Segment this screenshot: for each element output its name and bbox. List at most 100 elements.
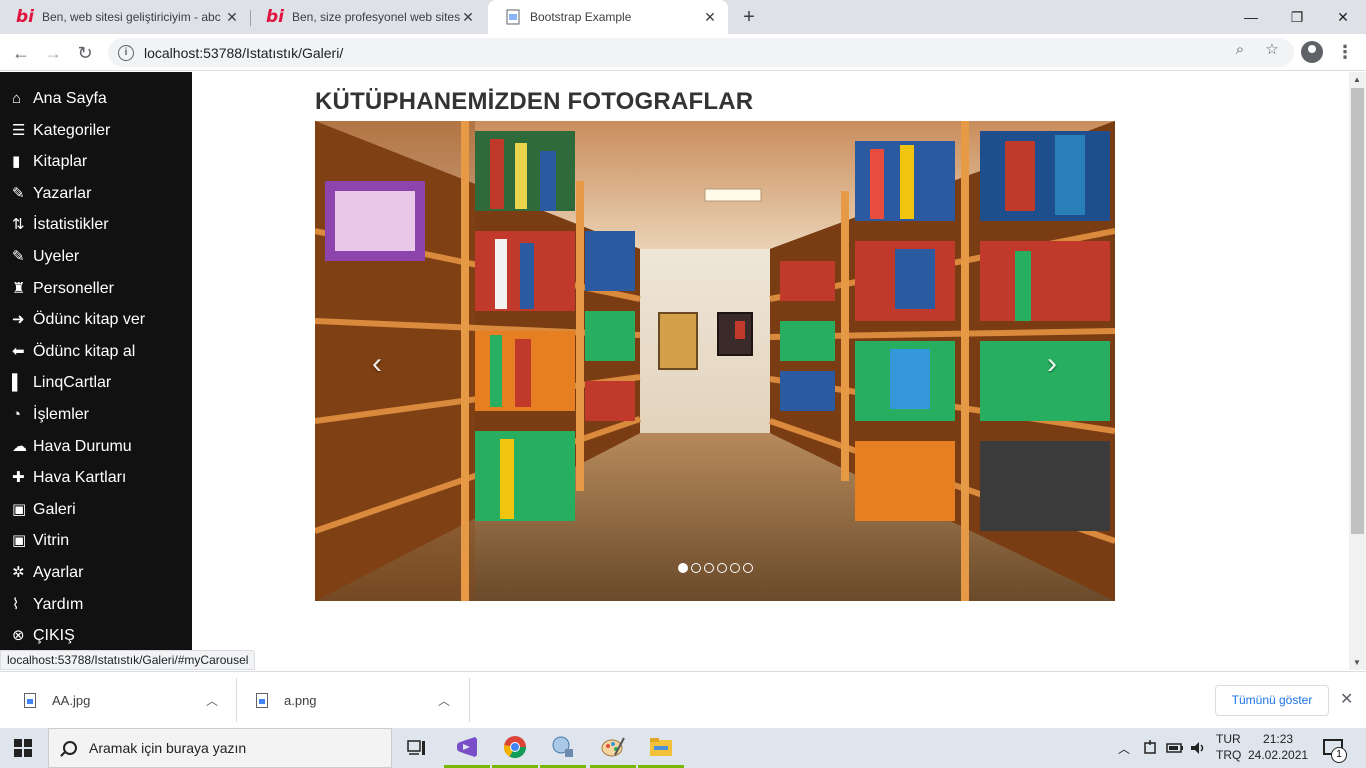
browser-tab-strip: bi Ben, web sitesi geliştiriciyim - abc … xyxy=(0,0,1366,34)
sidebar-item[interactable]: ▣ Galeri xyxy=(12,498,76,522)
carousel-prev-arrow[interactable]: ‹ xyxy=(367,347,387,381)
close-tab-icon[interactable]: ✕ xyxy=(460,9,476,26)
sidebar-item[interactable]: ⌇ Yardım xyxy=(12,593,83,617)
sidebar-item-label: Ödünc kitap al xyxy=(33,342,136,360)
reload-icon[interactable]: ↻ xyxy=(72,40,98,66)
close-downloads-icon[interactable]: ✕ xyxy=(1340,689,1353,709)
input-language-indicator[interactable]: TUR TRQ xyxy=(1216,731,1241,763)
sidebar-item[interactable]: ✚ Hava Kartları xyxy=(12,466,126,490)
page-scrollbar[interactable]: ▲ ▼ xyxy=(1349,72,1366,670)
browser-tab[interactable]: bi Ben, size profesyonel web sitesi h ✕ xyxy=(250,0,486,34)
cog-icon: ✲ xyxy=(12,564,25,581)
tray-device-icon[interactable] xyxy=(1142,728,1158,768)
forward-icon[interactable]: → xyxy=(40,40,66,66)
sidebar-item[interactable]: ⬅ Ödünc kitap al xyxy=(12,340,135,364)
show-all-downloads-button[interactable]: Tümünü göster xyxy=(1215,685,1329,716)
address-bar[interactable]: i localhost:53788/Istatıstık/Galeri/ xyxy=(108,38,1294,67)
browser-tab[interactable]: bi Ben, web sitesi geliştiriciyim - abc … xyxy=(0,0,250,34)
restore-button[interactable]: ❐ xyxy=(1274,0,1320,34)
sidebar-item[interactable]: ✎ Yazarlar xyxy=(12,182,91,206)
book-icon: ▮ xyxy=(12,153,21,171)
dashboard-icon: ◔ xyxy=(12,406,22,423)
sidebar-item-label: Kitaplar xyxy=(33,153,88,171)
zoom-icon[interactable]: ⌕ xyxy=(1231,41,1249,59)
sidebar-item[interactable]: ⊗ ÇIKIŞ xyxy=(12,624,75,648)
bionluk-favicon-icon: bi xyxy=(266,7,284,27)
carousel-indicator-dot[interactable] xyxy=(678,563,688,573)
download-filename: a.png xyxy=(284,693,317,708)
paperclip-icon: ⌇ xyxy=(12,595,20,613)
close-tab-icon[interactable]: ✕ xyxy=(224,9,240,26)
clock-date: 24.02.2021 xyxy=(1248,748,1309,762)
sidebar-nav: ⌂ Ana Sayfa ☰ Kategoriler ▮ Kitaplar ✎ Yazarlar… xyxy=(0,72,192,670)
sidebar-item[interactable]: ⌂ Ana Sayfa xyxy=(12,87,107,111)
url-text: localhost:53788/Istatıstık/Galeri/ xyxy=(144,44,344,61)
carousel-indicator-dot[interactable] xyxy=(717,563,727,573)
divider xyxy=(236,678,237,722)
carousel-indicator-dot[interactable] xyxy=(704,563,714,573)
scroll-down-icon[interactable]: ▼ xyxy=(1353,658,1361,667)
sidebar-item[interactable]: ⇅ İstatistikler xyxy=(12,213,109,237)
sidebar-item[interactable]: ◔ İşlemler xyxy=(12,403,89,427)
library-photo xyxy=(315,121,1115,601)
visual-studio-icon[interactable] xyxy=(444,728,490,768)
sidebar-item[interactable]: ♜ Personeller xyxy=(12,277,114,301)
paint-icon[interactable] xyxy=(590,728,636,768)
sidebar-item[interactable]: ▌ LinqCartlar xyxy=(12,371,111,395)
volume-icon[interactable] xyxy=(1190,728,1206,768)
image-file-icon xyxy=(256,693,268,708)
sidebar-item-label: Hava Kartları xyxy=(33,469,127,487)
windows-start-icon[interactable] xyxy=(14,739,32,757)
taskbar-search[interactable]: Aramak için buraya yazın xyxy=(48,728,392,768)
picture-icon: ▣ xyxy=(12,532,27,550)
battery-icon[interactable] xyxy=(1166,728,1184,768)
download-item[interactable]: AA.jpg ︿ xyxy=(24,672,224,729)
divider xyxy=(469,678,470,722)
download-item[interactable]: a.png ︿ xyxy=(256,672,456,729)
carousel-next-arrow[interactable]: › xyxy=(1042,347,1062,381)
chevron-up-icon[interactable]: ︿ xyxy=(206,692,218,709)
sidebar-item[interactable]: ✲ Ayarlar xyxy=(12,561,83,585)
window-close-button[interactable]: ✕ xyxy=(1320,0,1366,34)
cloud-icon: ☁ xyxy=(12,437,27,455)
sidebar-item[interactable]: ✎ Uyeler xyxy=(12,245,79,269)
sidebar-item-label: İstatistikler xyxy=(33,216,109,234)
bookmark-star-icon[interactable]: ☆ xyxy=(1263,41,1281,59)
menu-kebab-icon[interactable]: ⋮ xyxy=(1336,40,1354,64)
new-tab-button[interactable]: + xyxy=(738,6,760,28)
show-hidden-icons-icon[interactable]: ︿ xyxy=(1118,728,1130,768)
chevron-up-icon[interactable]: ︿ xyxy=(438,692,450,709)
search-placeholder: Aramak için buraya yazın xyxy=(89,740,247,756)
tab-title: Ben, web sitesi geliştiriciyim - abc xyxy=(42,10,221,24)
carousel-indicator-dot[interactable] xyxy=(743,563,753,573)
task-view-icon[interactable] xyxy=(394,728,440,768)
browser-toolbar: ← → ↻ i localhost:53788/Istatıstık/Galer… xyxy=(0,34,1366,71)
site-info-icon[interactable]: i xyxy=(118,44,134,61)
sidebar-item-label: Kategoriler xyxy=(33,121,111,139)
language-code: TUR xyxy=(1216,732,1241,746)
back-icon[interactable]: ← xyxy=(8,40,34,66)
keyboard-layout: TRQ xyxy=(1216,748,1242,762)
sidebar-item-label: Vitrin xyxy=(33,532,70,550)
taskbar-clock[interactable]: 21:23 24.02.2021 xyxy=(1248,731,1308,763)
sort-icon: ⇅ xyxy=(12,216,25,234)
sidebar-item[interactable]: ☁ Hava Durumu xyxy=(12,435,132,459)
sidebar-item-label: Personeller xyxy=(33,279,114,297)
chrome-icon[interactable] xyxy=(492,728,538,768)
file-explorer-icon[interactable] xyxy=(638,728,684,768)
network-tool-icon[interactable] xyxy=(540,728,586,768)
scroll-up-icon[interactable]: ▲ xyxy=(1353,75,1361,84)
sidebar-item[interactable]: ➜ Ödünc kitap ver xyxy=(12,308,145,332)
bookmark-icon: ▌ xyxy=(12,374,23,392)
carousel-indicator-dot[interactable] xyxy=(691,563,701,573)
sidebar-item[interactable]: ☰ Kategoriler xyxy=(12,119,110,143)
carousel-indicator-dot[interactable] xyxy=(730,563,740,573)
sidebar-item[interactable]: ▮ Kitaplar xyxy=(12,150,87,174)
scrollbar-thumb[interactable] xyxy=(1351,88,1364,534)
minimize-button[interactable]: — xyxy=(1228,0,1274,34)
browser-tab-active[interactable]: Bootstrap Example ✕ xyxy=(488,0,728,34)
tower-icon: ♜ xyxy=(12,279,26,297)
close-tab-icon[interactable]: ✕ xyxy=(702,9,718,26)
sidebar-item[interactable]: ▣ Vitrin xyxy=(12,529,69,553)
profile-avatar[interactable] xyxy=(1301,41,1323,63)
